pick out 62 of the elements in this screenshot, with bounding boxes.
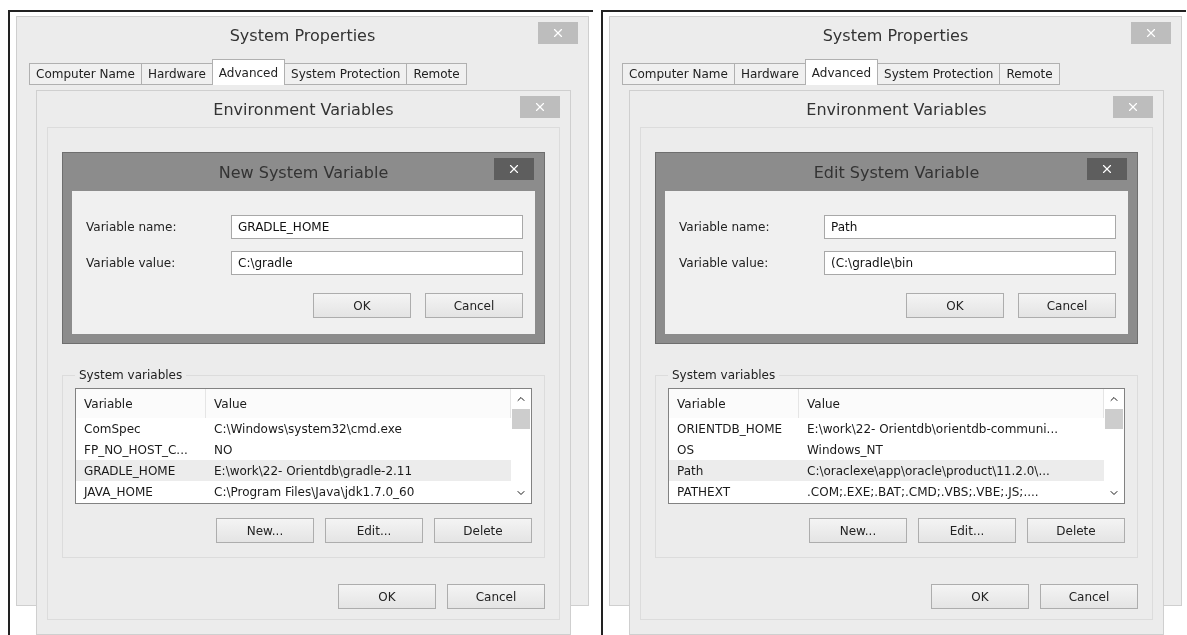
dialog-button[interactable]: Cancel [1040, 584, 1138, 609]
input-field[interactable]: (C:\gradle\bin [824, 251, 1116, 275]
close-icon [551, 26, 565, 40]
close-button[interactable] [538, 22, 578, 44]
list-action-button[interactable]: Edit... [325, 518, 423, 543]
tab[interactable]: Computer Name [622, 63, 735, 85]
window-title: System Properties [822, 25, 969, 45]
close-button[interactable] [1087, 158, 1127, 180]
variable-cell[interactable]: GRADLE_HOME [76, 460, 206, 481]
close-icon [1100, 162, 1114, 176]
value-cell[interactable]: C:\oraclexe\app\oracle\product\11.2.0\... [799, 460, 1104, 481]
scroll-thumb[interactable] [512, 409, 530, 429]
dialog-title: New System Variable [218, 162, 389, 182]
column-header[interactable]: Value [799, 389, 1104, 418]
list-action-button[interactable]: New... [809, 518, 907, 543]
tab[interactable]: Remote [406, 63, 467, 85]
column-header[interactable]: Value [206, 389, 511, 418]
value-cell[interactable]: E:\work\22- Orientdb\gradle-2.11 [206, 460, 511, 481]
field-label: Variable value: [86, 256, 177, 270]
window-title: Environment Variables [213, 99, 394, 119]
input-field[interactable]: C:\gradle [231, 251, 523, 275]
dialog-button[interactable]: Cancel [425, 293, 523, 318]
field-label: Variable name: [86, 220, 178, 234]
variable-cell[interactable]: Path [669, 460, 799, 481]
window-title: Environment Variables [806, 99, 987, 119]
group-label: System variables [78, 368, 184, 382]
dialog-button[interactable]: Cancel [1018, 293, 1116, 318]
close-button[interactable] [1113, 96, 1153, 118]
field-label: Variable name: [679, 220, 771, 234]
dialog-button[interactable]: OK [338, 584, 436, 609]
tab[interactable]: Hardware [140, 63, 213, 85]
dialog-title: Edit System Variable [813, 162, 980, 182]
dialog-button[interactable]: OK [906, 293, 1004, 318]
close-icon [1126, 100, 1140, 114]
close-icon [507, 162, 521, 176]
close-button[interactable] [520, 96, 560, 118]
dialog-button[interactable]: OK [931, 584, 1029, 609]
tab[interactable]: Advanced [804, 59, 879, 85]
tab[interactable]: Remote [999, 63, 1060, 85]
scroll-thumb[interactable] [1105, 409, 1123, 429]
window-title: System Properties [229, 25, 376, 45]
group-label: System variables [671, 368, 777, 382]
tab[interactable]: Hardware [733, 63, 806, 85]
tab[interactable]: Computer Name [29, 63, 142, 85]
tab[interactable]: System Protection [877, 63, 1001, 85]
list-action-button[interactable]: Delete [1027, 518, 1125, 543]
input-field[interactable]: Path [824, 215, 1116, 239]
close-icon [1144, 26, 1158, 40]
dialog-button[interactable]: Cancel [447, 584, 545, 609]
list-action-button[interactable]: New... [216, 518, 314, 543]
input-field[interactable]: GRADLE_HOME [231, 215, 523, 239]
close-button[interactable] [494, 158, 534, 180]
column-header[interactable]: Variable [669, 389, 799, 418]
list-action-button[interactable]: Edit... [918, 518, 1016, 543]
tab[interactable]: Advanced [211, 59, 286, 85]
close-button[interactable] [1131, 22, 1171, 44]
column-header[interactable]: Variable [76, 389, 206, 418]
list-action-button[interactable]: Delete [434, 518, 532, 543]
dialog-button[interactable]: OK [313, 293, 411, 318]
field-label: Variable value: [679, 256, 770, 270]
tab[interactable]: System Protection [284, 63, 408, 85]
close-icon [533, 100, 547, 114]
